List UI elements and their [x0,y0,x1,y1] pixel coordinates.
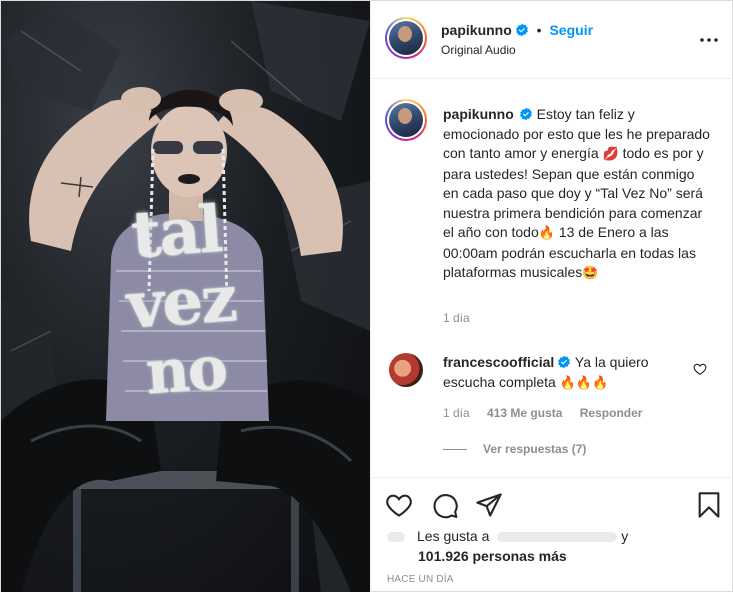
media-title-word-3: no [143,333,229,409]
fire-emoji: 🔥 [538,226,555,241]
instagram-post: tal vez no papikunno • Seguir Original A… [0,0,733,592]
post-time-ago[interactable]: HACE UN DÍA [387,574,454,585]
post-header: papikunno • Seguir Original Audio [371,1,733,79]
replies-divider-line [443,449,467,451]
post-actions: Les gusta a y 101.926 personas más HACE … [371,477,733,592]
commenter-avatar[interactable] [389,353,423,387]
commenter-username[interactable]: francescoofficial [443,354,554,370]
comment-icon[interactable] [431,491,459,519]
author-avatar[interactable] [385,17,427,59]
author-avatar-image [389,21,423,55]
verified-badge-icon [558,355,571,369]
heart-icon[interactable] [385,491,413,519]
bookmark-icon[interactable] [695,491,723,519]
caption-text: papikunno Estoy tan feliz y emocionado p… [443,105,711,284]
likes-line-2[interactable]: 101.926 personas más [418,548,567,564]
fire-emojis: 🔥🔥🔥 [559,375,609,391]
comment-text: francescoofficial Ya la quiero escucha c… [443,353,693,393]
more-options-icon[interactable] [697,28,721,52]
likes-line-1: Les gusta a y [387,528,628,544]
view-replies-label: Ver respuestas (7) [483,442,587,456]
caption-avatar[interactable] [385,99,427,141]
comment-like-heart-icon[interactable] [693,362,707,376]
likes-suffix: personas más [472,548,567,564]
likes-count: 101.926 [418,548,469,564]
post-media[interactable]: tal vez no [1,1,370,592]
reply-button[interactable]: Responder [580,406,643,420]
caption-username[interactable]: papikunno [443,106,514,122]
media-title-overlay: tal vez no [94,192,268,409]
comment-meta: 1 día 413 Me gusta Responder [443,406,642,420]
author-line: papikunno • Seguir [441,22,593,38]
view-replies-button[interactable]: Ver respuestas (7) [443,442,586,456]
verified-badge-icon [515,23,528,37]
liker-name-blurred[interactable] [497,532,618,543]
share-icon[interactable] [475,491,503,519]
separator-dot: • [536,22,542,38]
liker-avatars-blurred [387,532,405,543]
audio-label[interactable]: Original Audio [441,43,516,57]
star-eyes-emoji: 🤩 [582,266,599,281]
caption-timestamp: 1 día [443,311,470,325]
verified-badge-icon [519,107,532,121]
lips-emoji: 💋 [602,147,619,162]
comment-timestamp: 1 día [443,406,470,420]
media-title-word-2: vez [124,261,238,344]
comment-likes[interactable]: 413 Me gusta [487,406,562,420]
caption-avatar-image [389,103,423,137]
post-sidebar: papikunno • Seguir Original Audio papiku… [370,1,733,592]
media-title-word-1: tal [129,192,224,274]
author-username[interactable]: papikunno [441,22,512,38]
likes-and: y [621,528,629,544]
likes-prefix: Les gusta a [417,528,490,544]
follow-button[interactable]: Seguir [549,22,593,38]
